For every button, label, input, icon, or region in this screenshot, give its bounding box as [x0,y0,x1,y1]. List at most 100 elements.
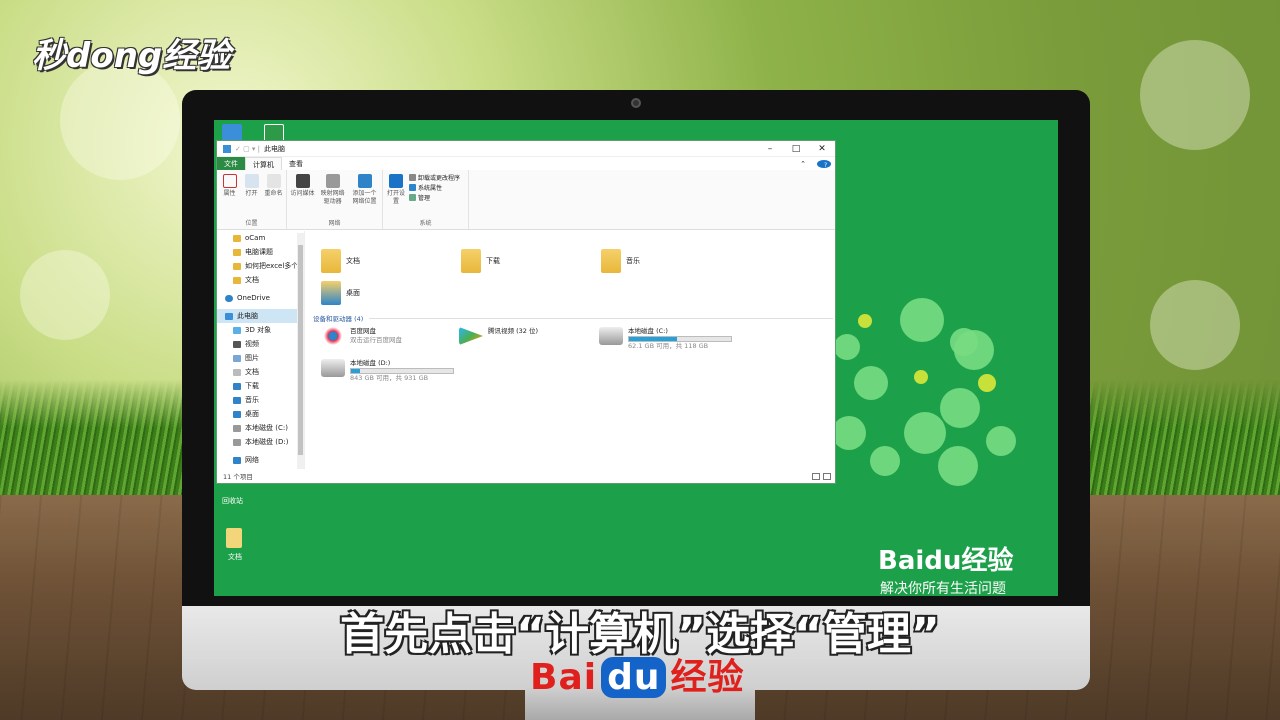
map-network-drive-button[interactable]: 映射网络驱动器 [318,172,347,218]
network-location-icon [357,174,372,188]
nav-item-music[interactable]: 音乐 [217,393,304,407]
device-drive-d[interactable]: 本地磁盘 (D:) 843 GB 可用，共 931 GB [321,359,454,383]
folder-desktop[interactable]: 桌面 [321,281,360,305]
nav-item-downloads[interactable]: 下载 [217,379,304,393]
music-icon [233,396,241,404]
help-icon[interactable]: ? [817,159,831,169]
network-node [938,446,978,486]
navigation-pane: oCam 电脑课题 如何把excel多个 文档 OneDrive 此电脑 3D … [217,231,305,469]
network-node [940,388,980,428]
nav-item-onedrive[interactable]: OneDrive [217,291,304,305]
add-network-location-button[interactable]: 添加一个网络位置 [350,172,379,218]
baidu-netdisk-icon [321,327,345,345]
ribbon: 属性 打开 重命名 位置 访问媒体 映射网络驱动器 添加一个网络位置 网络 打开… [217,170,835,230]
rename-icon [266,174,281,188]
recycle-bin-label[interactable]: 回收站 [222,496,243,506]
nav-item-pictures[interactable]: 图片 [217,351,304,365]
ribbon-group-network: 访问媒体 映射网络驱动器 添加一个网络位置 网络 [287,170,383,229]
nav-item-folder[interactable]: 如何把excel多个 [217,259,304,273]
devices-section-header[interactable]: 设备和驱动器 (4) [313,313,833,323]
folder-icon [233,262,241,270]
pc-icon [225,312,233,320]
minimize-button[interactable]: – [757,144,783,154]
open-icon [244,174,259,188]
window-title: 此电脑 [264,144,286,153]
folder-downloads[interactable]: 下载 [461,249,500,273]
drive-d-usage-bar [350,368,454,374]
folder-download-icon [461,249,481,273]
tab-view[interactable]: 查看 [282,157,310,170]
device-tencent-video[interactable]: 腾讯视频 (32 位) [459,327,538,345]
folder-icon [233,234,241,242]
screen-baidu-logo: Baidu经验 [878,546,1014,576]
manage-icon [409,193,416,201]
folder-music[interactable]: 音乐 [601,249,640,273]
tab-computer[interactable]: 计算机 [245,157,282,170]
close-button[interactable]: ✕ [809,144,835,154]
nav-item-documents[interactable]: 文档 [217,365,304,379]
nav-item-drive-c[interactable]: 本地磁盘 (C:) [217,421,304,435]
folder-music-icon [601,249,621,273]
nav-item-this-pc[interactable]: 此电脑 [217,309,304,323]
nav-item-videos[interactable]: 视频 [217,337,304,351]
webcam [631,98,641,108]
bokeh [1140,40,1250,150]
nav-item-network[interactable]: 网络 [217,453,304,467]
open-settings-button[interactable]: 打开设置 [386,172,406,218]
nav-item-docs[interactable]: 文档 [217,273,304,287]
pc-icon [223,144,231,153]
scroll-thumb[interactable] [298,245,303,455]
manage-link[interactable]: 管理 [409,192,460,202]
settings-gear-icon [389,174,403,188]
network-node [832,416,866,450]
details-view-icon[interactable] [812,473,820,480]
network-drive-icon [325,174,340,188]
collapse-ribbon-icon[interactable]: ⌃ [793,158,813,170]
device-baidu-netdisk[interactable]: 百度网盘 双击运行百度网盘 [321,327,402,345]
folder-desktop-icon [321,281,341,305]
uninstall-programs-link[interactable]: 卸载或更改程序 [409,172,460,182]
cube-icon [233,326,241,334]
large-icons-view-icon[interactable] [823,473,831,480]
drive-c-usage-bar [628,336,732,342]
system-properties-link[interactable]: 系统属性 [409,182,460,192]
device-drive-c[interactable]: 本地磁盘 (C:) 62.1 GB 可用，共 118 GB [599,327,732,351]
access-media-button[interactable]: 访问媒体 [290,172,315,218]
nav-item-desktop[interactable]: 桌面 [217,407,304,421]
file-explorer-window: ✓ ▢ ▾ | 此电脑 – □ ✕ 文件 计算机 查看 ⌃? 属性 打开 重命名… [216,140,836,484]
network-node [870,446,900,476]
desktop-docs-icon[interactable] [226,528,242,548]
folder-documents[interactable]: 文档 [321,249,360,273]
folder-icon [233,276,241,284]
document-icon [233,368,241,376]
ribbon-group-location: 属性 打开 重命名 位置 [217,170,287,229]
maximize-button[interactable]: □ [783,144,809,154]
network-node [900,298,944,342]
network-node [904,412,946,454]
title-bar[interactable]: ✓ ▢ ▾ | 此电脑 – □ ✕ [217,141,835,157]
desktop-screen: 回收站 文档 Baidu经验 解决你所有生活问题 ✓ ▢ ▾ | 此电脑 – □… [214,120,1058,596]
nav-scrollbar[interactable] [297,233,304,469]
system-icon [409,183,416,191]
tab-file[interactable]: 文件 [217,157,245,170]
video-icon [233,340,241,348]
programs-icon [409,173,416,181]
nav-item-3d[interactable]: 3D 对象 [217,323,304,337]
open-button[interactable]: 打开 [242,172,261,218]
windows-drive-icon [599,327,623,345]
rename-button[interactable]: 重命名 [264,172,283,218]
desktop-docs-label[interactable]: 文档 [228,552,242,562]
screen-slogan: 解决你所有生活问题 [880,581,1006,596]
network-icon [233,456,241,464]
drive-icon [233,424,241,432]
nav-item-ocam[interactable]: oCam [217,231,304,245]
chin-baidu-logo: Bai du 经验 [530,657,745,698]
nav-item-drive-d[interactable]: 本地磁盘 (D:) [217,435,304,449]
nav-item-folder[interactable]: 电脑课题 [217,245,304,259]
network-node [986,426,1016,456]
network-node [914,370,928,384]
properties-button[interactable]: 属性 [220,172,239,218]
drive-icon [321,359,345,377]
quick-access-toolbar[interactable]: ✓ ▢ ▾ | [235,145,260,153]
picture-icon [233,354,241,362]
